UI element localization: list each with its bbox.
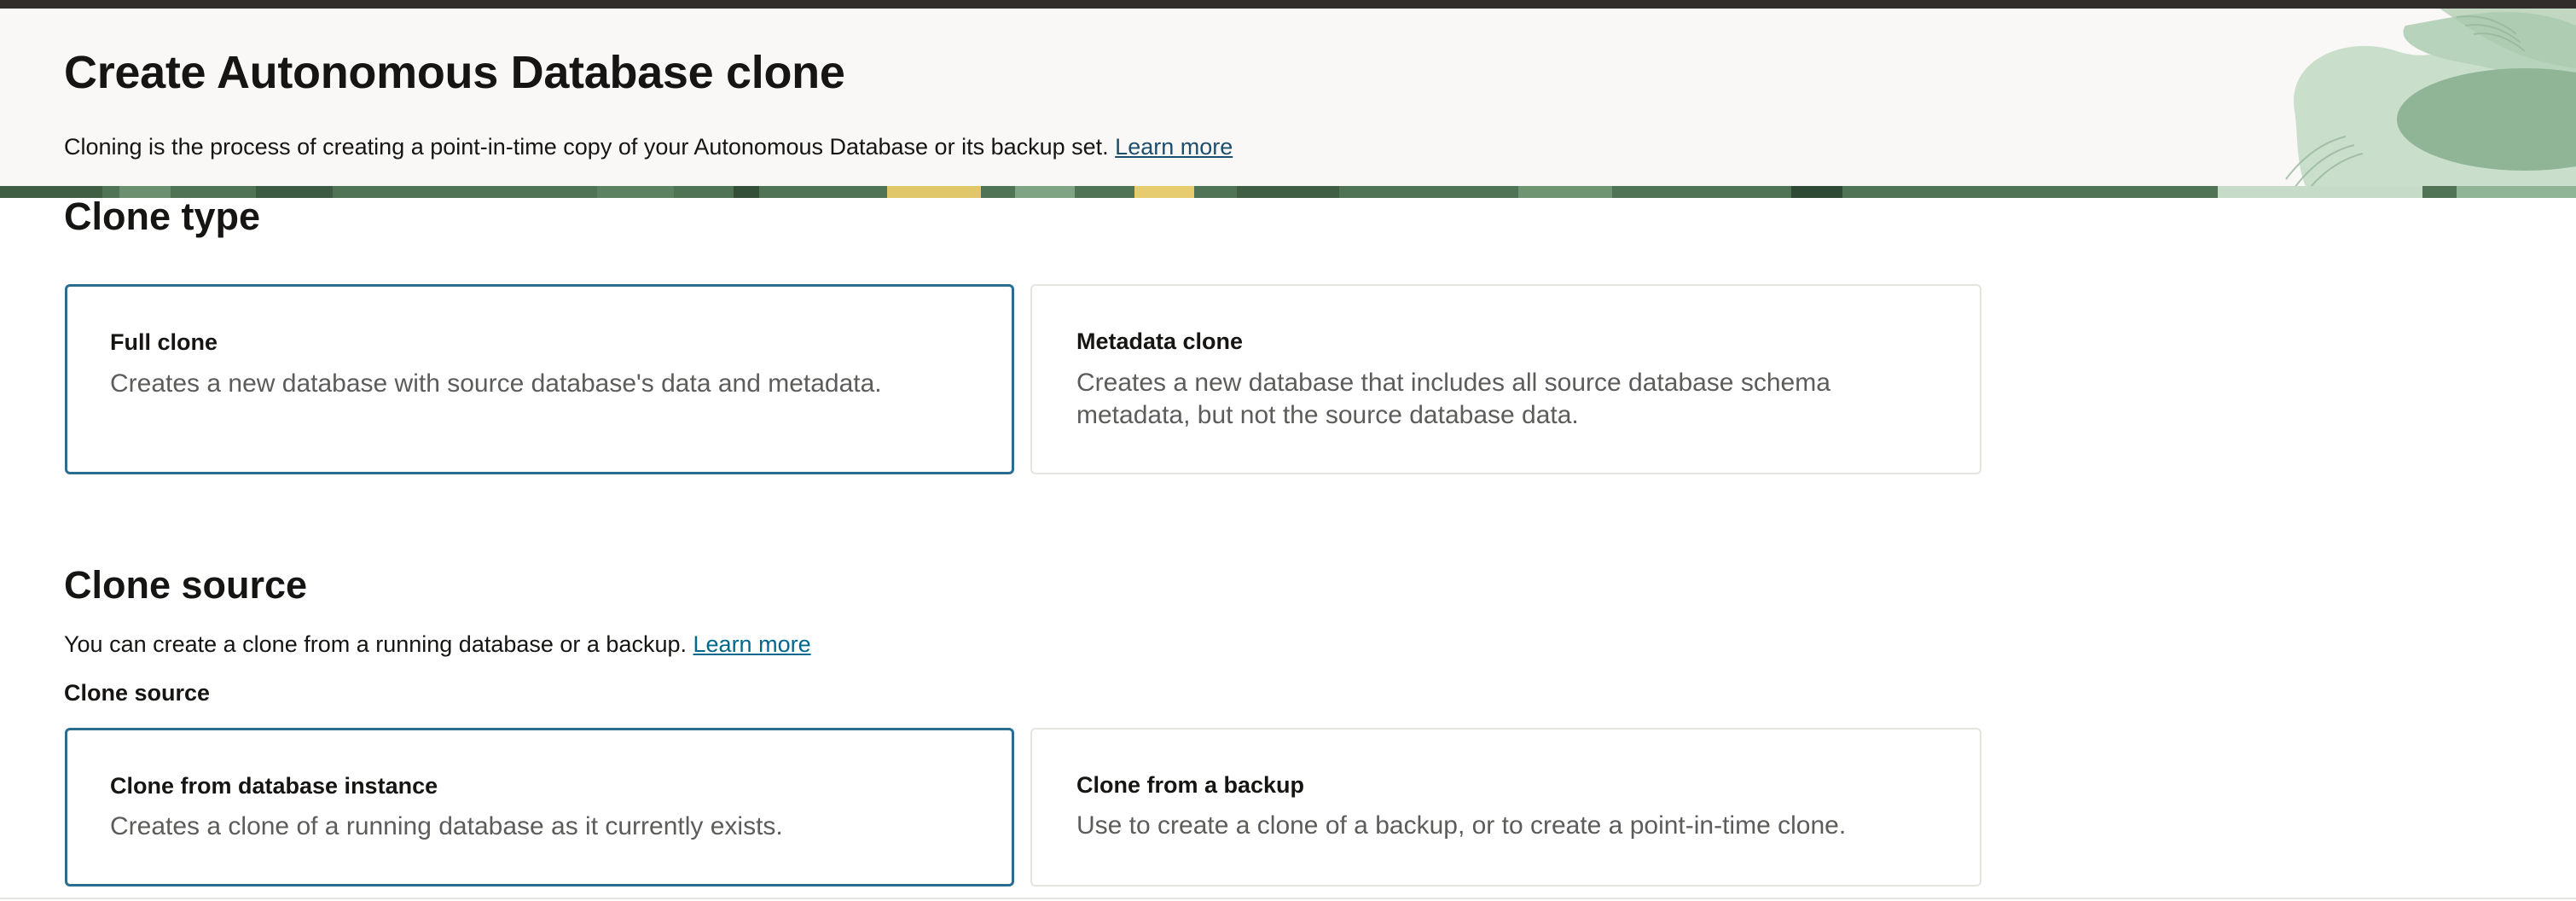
clone-source-description-text: You can create a clone from a running da… xyxy=(64,631,687,657)
clone-source-learn-more-link[interactable]: Learn more xyxy=(693,631,811,657)
full-clone-option[interactable]: Full clone Creates a new database with s… xyxy=(65,284,1014,474)
header-learn-more-link[interactable]: Learn more xyxy=(1115,134,1233,160)
clone-source-heading: Clone source xyxy=(64,563,308,607)
header-description-text: Cloning is the process of creating a poi… xyxy=(64,134,1109,160)
clone-from-database-instance-title: Clone from database instance xyxy=(110,773,438,799)
header-decoration-image xyxy=(2285,9,2576,198)
clone-source-description: You can create a clone from a running da… xyxy=(64,631,811,658)
metadata-clone-description: Creates a new database that includes all… xyxy=(1076,369,1830,429)
bottom-divider xyxy=(0,898,2576,899)
clone-from-backup-option[interactable]: Clone from a backup Use to create a clon… xyxy=(1030,728,1981,886)
clone-from-backup-description: Use to create a clone of a backup, or to… xyxy=(1076,811,1847,840)
clone-type-heading: Clone type xyxy=(64,195,261,238)
metadata-clone-title: Metadata clone xyxy=(1076,328,1244,354)
top-strip xyxy=(0,0,2576,9)
page-header: Create Autonomous Database clone Cloning… xyxy=(0,9,2576,186)
full-clone-title: Full clone xyxy=(110,329,218,355)
header-banner-band xyxy=(0,186,2576,198)
clone-from-database-instance-description: Creates a clone of a running database as… xyxy=(110,812,783,840)
clone-source-label: Clone source xyxy=(64,680,211,706)
full-clone-description: Creates a new database with source datab… xyxy=(110,369,882,398)
clone-from-database-instance-option[interactable]: Clone from database instance Creates a c… xyxy=(65,728,1014,886)
header-description: Cloning is the process of creating a poi… xyxy=(64,134,1233,160)
metadata-clone-option[interactable]: Metadata clone Creates a new database th… xyxy=(1030,284,1981,474)
page-title: Create Autonomous Database clone xyxy=(64,47,845,98)
clone-from-backup-title: Clone from a backup xyxy=(1076,772,1305,798)
